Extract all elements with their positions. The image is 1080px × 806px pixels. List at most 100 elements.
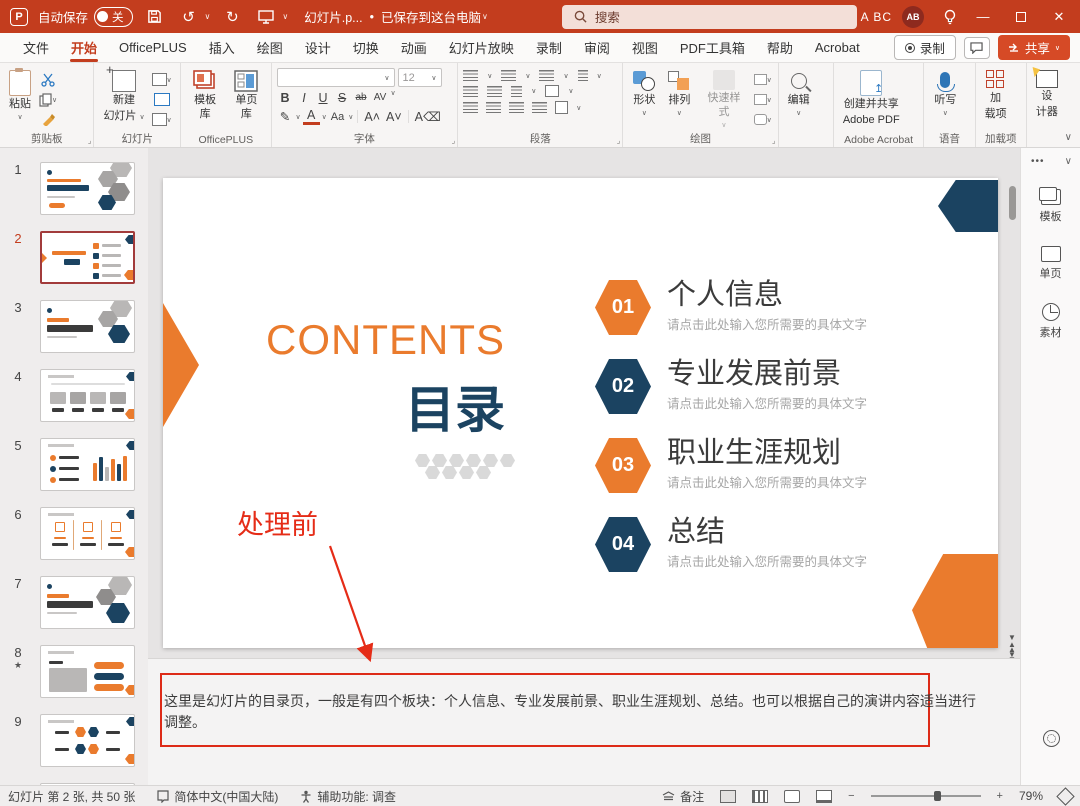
slide-thumbnail-1[interactable] — [40, 162, 135, 215]
quick-access-dropdown-icon[interactable]: ∨ — [282, 12, 288, 21]
tab-officeplus[interactable]: OfficePLUS — [108, 33, 198, 63]
tab-home[interactable]: 开始 — [60, 33, 108, 63]
text-direction-dropdown-icon[interactable]: ∨ — [568, 87, 573, 95]
sidebar-item-single-page[interactable]: 单页 — [1021, 246, 1080, 281]
font-color-dropdown-icon[interactable]: ∨ — [322, 113, 327, 121]
font-name-combobox[interactable]: ∨ — [277, 68, 395, 87]
slide-counter[interactable]: 幻灯片 第 2 张, 共 50 张 — [8, 788, 135, 805]
tab-view[interactable]: 视图 — [621, 33, 669, 63]
reading-view-button[interactable] — [784, 790, 800, 803]
close-button[interactable]: ✕ — [1042, 2, 1076, 32]
fit-slide-to-window-button[interactable] — [1056, 787, 1074, 805]
slide-sorter-view-button[interactable] — [752, 790, 768, 803]
accessibility-button[interactable]: 辅助功能: 调查 — [300, 788, 396, 805]
notes-text[interactable]: 这里是幻灯片的目录页，一般是有四个板块：个人信息、专业发展前景、职业生涯规划、总… — [164, 691, 980, 733]
tab-slideshow[interactable]: 幻灯片放映 — [438, 33, 525, 63]
settings-gear-icon[interactable] — [1043, 730, 1060, 747]
slide-layout-button[interactable]: ∨ — [152, 71, 172, 88]
shape-effects-button[interactable]: ∨ — [753, 111, 773, 128]
change-case-button[interactable]: Aa — [329, 108, 346, 125]
more-options-button[interactable]: ••• — [1031, 156, 1045, 167]
zoom-in-button[interactable]: + — [997, 790, 1003, 802]
character-spacing-dropdown-icon[interactable]: ∨ — [391, 89, 396, 106]
search-input[interactable]: 搜索 — [562, 5, 857, 29]
clipboard-dialog-launcher[interactable]: ⌟ — [88, 136, 92, 145]
tab-animations[interactable]: 动画 — [390, 33, 438, 63]
notes-pane[interactable]: 这里是幻灯片的目录页，一般是有四个板块：个人信息、专业发展前景、职业生涯规划、总… — [148, 658, 1020, 785]
increase-indent-icon[interactable] — [487, 86, 502, 97]
tab-pdf-toolbox[interactable]: PDF工具箱 — [669, 33, 756, 63]
slide-thumbnail-8[interactable] — [40, 645, 135, 698]
line-spacing-dropdown-icon[interactable]: ∨ — [563, 72, 568, 80]
normal-view-button[interactable] — [720, 790, 736, 803]
tab-record[interactable]: 录制 — [525, 33, 573, 63]
columns-icon[interactable] — [511, 86, 522, 97]
autosave-toggle[interactable]: 自动保存 关 — [38, 7, 133, 27]
align-left-icon[interactable] — [463, 102, 478, 113]
toc-item-2[interactable]: 02 专业发展前景 请点击此处输入您所需要的具体文字 — [595, 359, 985, 414]
scrollbar-thumb[interactable] — [1009, 186, 1016, 220]
italic-button[interactable]: I — [296, 89, 313, 106]
template-library-button[interactable]: 模板库 — [186, 68, 224, 124]
font-color-button[interactable]: A — [303, 108, 320, 125]
comments-button[interactable] — [964, 37, 990, 59]
convert-smartart-icon[interactable] — [555, 101, 568, 114]
quick-styles-button[interactable]: 快速样式 ∨ — [698, 68, 749, 132]
sidebar-collapse-icon[interactable]: ∨ — [1065, 156, 1072, 167]
minimize-button[interactable]: — — [966, 2, 1000, 32]
redo-button[interactable]: ↻ — [220, 6, 244, 28]
font-size-combobox[interactable]: 12∨ — [398, 68, 442, 87]
slide-thumbnail-panel[interactable]: 1 2 — [0, 148, 148, 785]
share-button[interactable]: 共享 ∨ — [998, 35, 1070, 60]
columns-dropdown-icon[interactable]: ∨ — [531, 87, 536, 95]
single-page-library-button[interactable]: 单页库 — [227, 68, 265, 124]
zoom-slider[interactable] — [871, 795, 981, 797]
slide-title-text[interactable]: 目录 — [253, 370, 505, 442]
undo-dropdown-icon[interactable]: ∨ — [205, 12, 211, 21]
tab-draw[interactable]: 绘图 — [246, 33, 294, 63]
edit-button[interactable]: 编辑 ∨ — [784, 68, 814, 121]
slide-thumbnail-2-selected[interactable] — [40, 231, 135, 284]
underline-button[interactable]: U — [315, 89, 332, 106]
arrange-button[interactable]: 排列 ∨ — [663, 68, 695, 121]
align-right-icon[interactable] — [509, 102, 524, 113]
tab-help[interactable]: 帮助 — [756, 33, 804, 63]
create-share-pdf-button[interactable]: 创建并共享 Adobe PDF — [839, 68, 904, 130]
maximize-button[interactable] — [1004, 2, 1038, 32]
section-button[interactable]: ∨ — [152, 111, 172, 128]
paragraph-dialog-launcher[interactable]: ⌟ — [617, 136, 621, 145]
slide-thumbnail-3[interactable] — [40, 300, 135, 353]
zoom-level[interactable]: 79% — [1019, 789, 1043, 803]
tab-review[interactable]: 审阅 — [573, 33, 621, 63]
zoom-slider-knob[interactable] — [934, 791, 941, 801]
lightbulb-icon[interactable] — [938, 6, 962, 28]
spellcheck-button[interactable]: 简体中文(中国大陆) — [157, 788, 278, 805]
clear-formatting-button[interactable]: A⌫ — [413, 108, 443, 125]
tab-insert[interactable]: 插入 — [198, 33, 246, 63]
character-spacing-button[interactable]: AV — [372, 89, 389, 106]
slideshow-view-button[interactable] — [816, 790, 832, 803]
sidebar-item-assets[interactable]: 素材 — [1021, 303, 1080, 340]
zoom-out-button[interactable]: − — [848, 790, 854, 802]
slide-eyebrow-text[interactable]: CONTENTS — [253, 316, 505, 364]
collapse-ribbon-icon[interactable]: ∨ — [1065, 132, 1072, 143]
change-case-dropdown-icon[interactable]: ∨ — [348, 113, 353, 121]
bold-button[interactable]: B — [277, 89, 294, 106]
font-dialog-launcher[interactable]: ⌟ — [451, 136, 455, 145]
addins-button[interactable]: 加 载项 — [981, 68, 1011, 124]
shrink-font-button[interactable]: A˅ — [384, 108, 404, 125]
shapes-button[interactable]: 形状 ∨ — [628, 68, 660, 121]
paste-button[interactable]: 粘贴 ∨ — [5, 68, 35, 125]
copy-button[interactable]: ∨ — [38, 91, 58, 108]
sort-dropdown-icon[interactable]: ∨ — [597, 72, 602, 80]
shadow-button[interactable]: ab — [353, 89, 370, 106]
grow-font-button[interactable]: A˄ — [362, 108, 382, 125]
strikethrough-button[interactable]: S — [334, 89, 351, 106]
dictate-button[interactable]: 听写 ∨ — [929, 68, 961, 121]
numbering-dropdown-icon[interactable]: ∨ — [525, 72, 530, 80]
shape-fill-button[interactable]: ∨ — [753, 71, 773, 88]
vertical-scrollbar[interactable]: ▼ ▲▲ ▼▼ — [1006, 180, 1018, 662]
notes-toggle-button[interactable]: 备注 — [662, 788, 704, 805]
highlight-dropdown-icon[interactable]: ∨ — [296, 113, 301, 121]
align-center-icon[interactable] — [486, 102, 501, 113]
